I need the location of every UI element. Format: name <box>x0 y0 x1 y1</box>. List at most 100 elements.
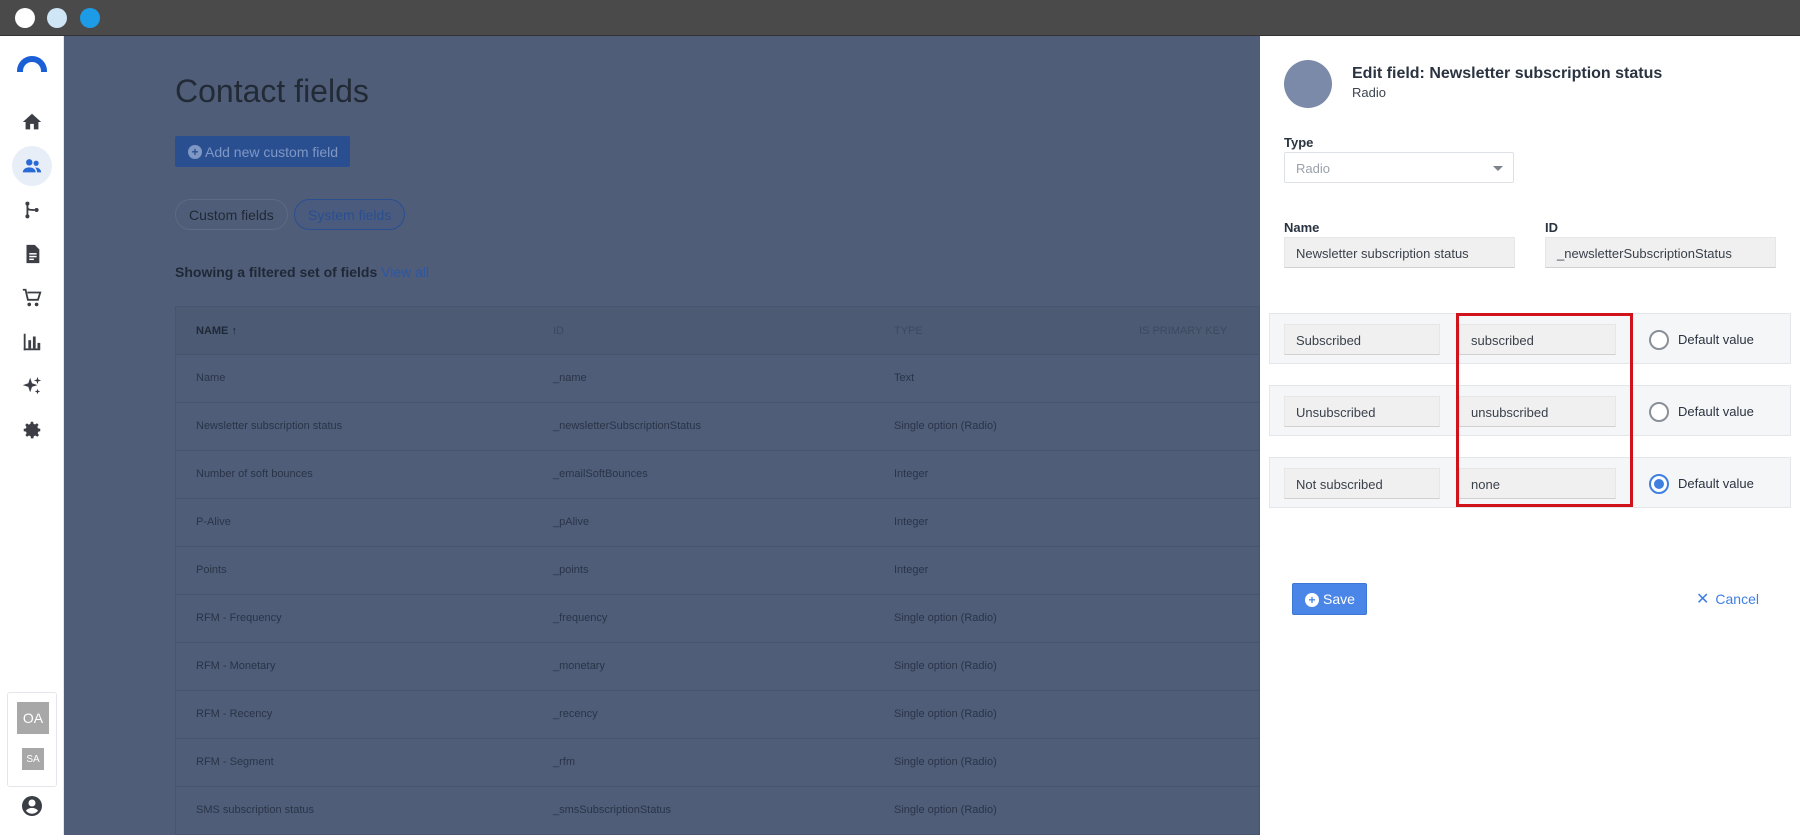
default-value-radio-selected[interactable] <box>1649 474 1669 494</box>
table-cell-name: RFM - Segment <box>196 756 274 768</box>
table-cell-type: Single option (Radio) <box>894 420 997 432</box>
type-label: Type <box>1284 135 1314 150</box>
id-field[interactable]: _newsletterSubscriptionStatus <box>1545 237 1776 268</box>
table-row[interactable]: P-Alive _pAlive Integer <box>176 499 1259 547</box>
edit-field-panel: Edit field: Newsletter subscription stat… <box>1260 36 1800 835</box>
table-cell-id: _pAlive <box>553 516 590 528</box>
table-header: NAME ↑ ID TYPE IS PRIMARY KEY <box>176 307 1259 355</box>
save-label: Save <box>1323 591 1355 607</box>
add-custom-field-label: Add new custom field <box>205 143 339 160</box>
account-switcher[interactable]: OA SA <box>7 692 57 787</box>
table-cell-name: RFM - Recency <box>196 708 273 720</box>
default-value-label: Default value <box>1678 476 1754 491</box>
window-close-button[interactable] <box>15 8 35 28</box>
window-maximize-button[interactable] <box>80 8 100 28</box>
document-icon[interactable] <box>12 234 52 274</box>
account-icon[interactable] <box>20 794 44 818</box>
table-cell-type: Single option (Radio) <box>894 756 997 768</box>
column-header-id[interactable]: ID <box>553 325 564 337</box>
view-all-link[interactable]: View all <box>381 264 429 280</box>
table-cell-id: _points <box>553 564 589 576</box>
highlight-box <box>1456 313 1633 507</box>
cart-icon[interactable] <box>12 278 52 318</box>
name-field[interactable]: Newsletter subscription status <box>1284 237 1515 268</box>
table-row[interactable]: RFM - Frequency _frequency Single option (… <box>176 595 1259 643</box>
table-row[interactable]: RFM - Recency _recency Single option (Radi… <box>176 691 1259 739</box>
secondary-avatar[interactable]: SA <box>22 748 44 770</box>
table-cell-type: Integer <box>894 564 929 576</box>
table-cell-name: SMS subscription status <box>196 804 314 816</box>
option-label-field[interactable]: Unsubscribed <box>1284 396 1440 427</box>
table-row[interactable]: Number of soft bounces _emailSoftBounces I… <box>176 451 1259 499</box>
avatar[interactable]: OA <box>17 702 49 734</box>
table-cell-type: Integer <box>894 468 929 480</box>
cancel-label: Cancel <box>1715 591 1759 607</box>
table-cell-name: Points <box>196 564 227 576</box>
save-button[interactable]: + Save <box>1292 583 1367 615</box>
page-title: Contact fields <box>175 73 369 109</box>
add-custom-field-button[interactable]: + Add new custom field <box>175 136 351 167</box>
table-cell-name: Number of soft bounces <box>196 468 313 480</box>
fields-table: NAME ↑ ID TYPE IS PRIMARY KEY Name _name T… <box>175 306 1260 835</box>
table-row[interactable]: SMS subscription status _smsSubscriptionS… <box>176 787 1259 835</box>
table-cell-type: Single option (Radio) <box>894 708 997 720</box>
table-cell-name: Name <box>196 372 226 384</box>
default-value-radio[interactable] <box>1649 402 1669 422</box>
table-cell-id: _emailSoftBounces <box>553 468 648 480</box>
table-cell-type: Integer <box>894 516 929 528</box>
type-select-value: Radio <box>1296 161 1330 176</box>
panel-subtitle: Radio <box>1352 85 1386 100</box>
column-header-name[interactable]: NAME ↑ <box>196 325 237 337</box>
type-select[interactable]: Radio <box>1284 152 1514 183</box>
table-cell-id: _newsletterSubscriptionStatus <box>553 420 701 432</box>
plus-circle-icon: + <box>1305 593 1319 607</box>
table-row[interactable]: Newsletter subscription status _newslette… <box>176 403 1259 451</box>
main-content-overlay: Contact fields + Add new custom field Cu… <box>64 36 1260 835</box>
tab-system-fields[interactable]: System fields <box>294 199 406 230</box>
panel-title: Edit field: Newsletter subscription stat… <box>1352 65 1663 82</box>
table-row[interactable]: RFM - Monetary _monetary Single option (Ra… <box>176 643 1259 691</box>
home-icon[interactable] <box>12 102 52 142</box>
ai-sparkle-icon[interactable] <box>12 366 52 406</box>
table-cell-type: Single option (Radio) <box>894 804 997 816</box>
settings-icon[interactable] <box>12 410 52 450</box>
table-cell-type: Single option (Radio) <box>894 660 997 672</box>
id-label: ID <box>1545 220 1558 235</box>
option-label-field[interactable]: Subscribed <box>1284 324 1440 355</box>
column-header-primary-key[interactable]: IS PRIMARY KEY <box>1139 325 1227 337</box>
left-navigation: OA SA <box>0 36 64 835</box>
sort-arrow-icon: ↑ <box>231 325 237 337</box>
option-label-field[interactable]: Not subscribed <box>1284 468 1440 499</box>
tab-custom-fields[interactable]: Custom fields <box>175 199 288 230</box>
close-icon: ✕ <box>1696 591 1710 608</box>
table-cell-id: _rfm <box>553 756 575 768</box>
plus-circle-icon: + <box>188 145 202 159</box>
table-cell-type: Text <box>894 372 915 384</box>
default-value-label: Default value <box>1678 404 1754 419</box>
table-cell-id: _recency <box>553 708 598 720</box>
table-cell-name: RFM - Frequency <box>196 612 282 624</box>
automation-icon[interactable] <box>12 190 52 230</box>
table-row[interactable]: RFM - Segment _rfm Single option (Radio) <box>176 739 1259 787</box>
filter-notice: Showing a filtered set of fields View al… <box>175 264 429 280</box>
table-cell-name: Newsletter subscription status <box>196 420 343 432</box>
chevron-down-icon <box>1493 166 1503 171</box>
column-header-type[interactable]: TYPE <box>894 325 923 337</box>
default-value-label: Default value <box>1678 332 1754 347</box>
window-minimize-button[interactable] <box>47 8 67 28</box>
table-row[interactable]: Points _points Integer <box>176 547 1259 595</box>
filter-notice-text: Showing a filtered set of fields <box>175 264 378 280</box>
field-avatar <box>1284 60 1332 108</box>
contacts-icon[interactable] <box>12 146 52 186</box>
table-cell-id: _smsSubscriptionStatus <box>553 804 671 816</box>
cancel-button[interactable]: ✕ Cancel <box>1696 589 1759 609</box>
name-label: Name <box>1284 220 1320 235</box>
default-value-radio[interactable] <box>1649 330 1669 350</box>
table-cell-name: P-Alive <box>196 516 231 528</box>
table-cell-name: RFM - Monetary <box>196 660 276 672</box>
table-cell-type: Single option (Radio) <box>894 612 997 624</box>
table-row[interactable]: Name _name Text <box>176 355 1259 403</box>
analytics-icon[interactable] <box>12 322 52 362</box>
table-cell-id: _name <box>553 372 587 384</box>
logo-icon[interactable] <box>17 56 47 72</box>
